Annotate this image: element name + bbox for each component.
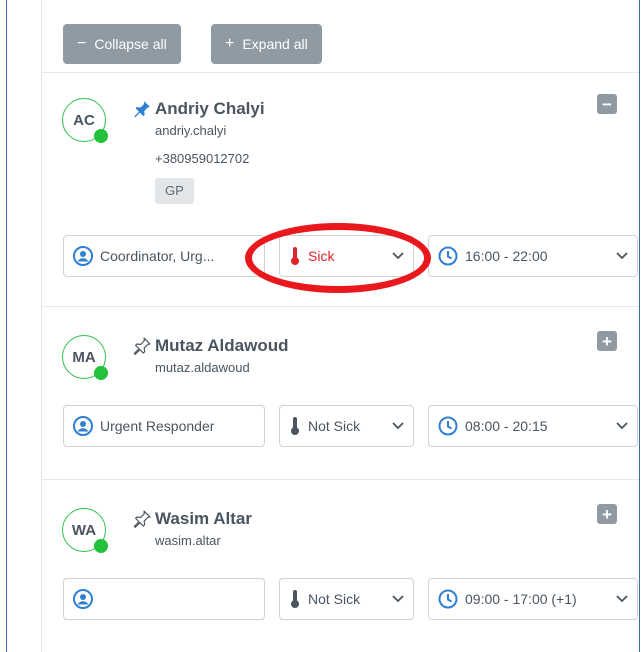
chevron-down-icon bbox=[392, 595, 404, 603]
staff-name: Andriy Chalyi bbox=[155, 99, 265, 118]
role-value: Urgent Responder bbox=[100, 418, 215, 434]
avatar-initials: AC bbox=[73, 111, 95, 129]
thermometer-icon bbox=[289, 416, 301, 436]
shift-time-value: 09:00 - 17:00 (+1) bbox=[465, 591, 577, 607]
sick-status-select[interactable]: Sick bbox=[279, 235, 414, 277]
thermometer-icon bbox=[289, 246, 301, 266]
plus-icon: + bbox=[225, 35, 235, 52]
online-status-dot bbox=[94, 129, 108, 143]
thermometer-icon bbox=[289, 589, 301, 609]
staff-name-row: Mutaz Aldawoud bbox=[132, 336, 288, 356]
role-value: Coordinator, Urg... bbox=[100, 248, 215, 264]
chevron-down-icon bbox=[616, 252, 628, 260]
online-status-dot bbox=[94, 539, 108, 553]
staff-card: MA Mutaz Aldawoud mutaz.aldawoud + Urgen… bbox=[42, 307, 639, 480]
staff-panel: − Collapse all + Expand all AC Andriy Ch… bbox=[6, 0, 640, 652]
user-circle-icon bbox=[73, 416, 93, 436]
shift-time-select[interactable]: 16:00 - 22:00 bbox=[428, 235, 638, 277]
expand-card-toggle[interactable]: + bbox=[597, 331, 617, 351]
chevron-down-icon bbox=[616, 595, 628, 603]
user-circle-icon bbox=[73, 246, 93, 266]
staff-username: mutaz.aldawoud bbox=[155, 360, 250, 375]
staff-phone: +380959012702 bbox=[155, 151, 250, 166]
clock-icon bbox=[438, 416, 458, 436]
user-circle-icon bbox=[73, 589, 93, 609]
staff-card: WA Wasim Altar wasim.altar + Not Sick 09… bbox=[42, 480, 639, 652]
staff-card: AC Andriy Chalyi andriy.chalyi +38095901… bbox=[42, 73, 639, 307]
chevron-down-icon bbox=[392, 422, 404, 430]
staff-name-row: Andriy Chalyi bbox=[132, 99, 265, 119]
avatar-initials: WA bbox=[71, 521, 97, 539]
avatar: WA bbox=[62, 508, 108, 553]
sick-status-value: Not Sick bbox=[308, 591, 361, 607]
staff-name: Mutaz Aldawoud bbox=[155, 336, 289, 355]
collapse-card-toggle[interactable]: − bbox=[597, 94, 617, 114]
sick-status-value: Not Sick bbox=[308, 418, 361, 434]
minus-icon: − bbox=[77, 35, 87, 52]
staff-name-row: Wasim Altar bbox=[132, 509, 252, 529]
role-select[interactable]: Urgent Responder bbox=[63, 405, 265, 447]
staff-tag: GP bbox=[155, 178, 194, 204]
outline-pin-icon[interactable] bbox=[132, 336, 152, 356]
filled-pin-icon[interactable] bbox=[132, 99, 152, 119]
role-select[interactable]: Coordinator, Urg... bbox=[63, 235, 265, 277]
avatar-initials: MA bbox=[72, 348, 96, 366]
role-select[interactable] bbox=[63, 578, 265, 620]
clock-icon bbox=[438, 589, 458, 609]
toolbar: − Collapse all + Expand all bbox=[42, 0, 639, 73]
chevron-down-icon bbox=[616, 422, 628, 430]
expand-all-button[interactable]: + Expand all bbox=[211, 24, 322, 64]
shift-time-value: 08:00 - 20:15 bbox=[465, 418, 548, 434]
collapse-all-label: Collapse all bbox=[94, 36, 167, 52]
expand-card-toggle[interactable]: + bbox=[597, 504, 617, 524]
staff-username: andriy.chalyi bbox=[155, 123, 227, 138]
online-status-dot bbox=[94, 366, 108, 380]
staff-name: Wasim Altar bbox=[155, 509, 252, 528]
shift-time-select[interactable]: 09:00 - 17:00 (+1) bbox=[428, 578, 638, 620]
outline-pin-icon[interactable] bbox=[132, 509, 152, 529]
collapse-all-button[interactable]: − Collapse all bbox=[63, 24, 181, 64]
sick-status-select[interactable]: Not Sick bbox=[279, 578, 414, 620]
chevron-down-icon bbox=[392, 252, 404, 260]
clock-icon bbox=[438, 246, 458, 266]
shift-time-select[interactable]: 08:00 - 20:15 bbox=[428, 405, 638, 447]
avatar: AC bbox=[62, 98, 108, 143]
sick-status-select[interactable]: Not Sick bbox=[279, 405, 414, 447]
expand-all-label: Expand all bbox=[242, 36, 308, 52]
sick-status-value: Sick bbox=[308, 248, 335, 264]
shift-time-value: 16:00 - 22:00 bbox=[465, 248, 548, 264]
staff-username: wasim.altar bbox=[155, 533, 221, 548]
avatar: MA bbox=[62, 335, 108, 380]
